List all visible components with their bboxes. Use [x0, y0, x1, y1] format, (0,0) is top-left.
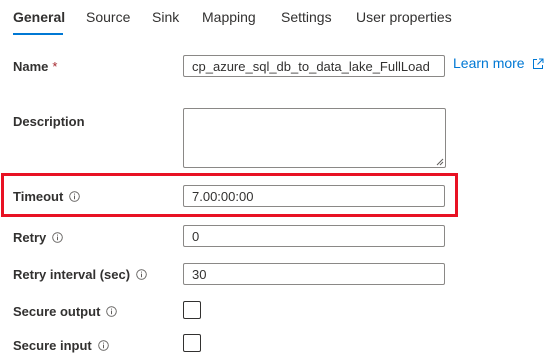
- tab-bar: General Source Sink Mapping Settings Use…: [0, 0, 556, 36]
- name-label: Name *: [13, 59, 57, 74]
- retry-interval-input[interactable]: [183, 263, 445, 285]
- tab-settings[interactable]: Settings: [281, 9, 332, 25]
- description-label-text: Description: [13, 114, 85, 129]
- secure-output-label: Secure output: [13, 304, 118, 319]
- name-label-text: Name: [13, 59, 49, 74]
- resize-grip-icon[interactable]: [436, 158, 444, 166]
- secure-input-label-text: Secure input: [13, 338, 92, 353]
- external-link-icon: [532, 57, 544, 69]
- timeout-label: Timeout: [13, 189, 81, 204]
- info-icon[interactable]: [97, 339, 109, 351]
- info-icon[interactable]: [136, 268, 147, 280]
- description-input[interactable]: [183, 108, 446, 168]
- retry-label-text: Retry: [13, 230, 47, 245]
- tab-mapping[interactable]: Mapping: [202, 9, 256, 25]
- retry-input[interactable]: [183, 225, 445, 247]
- info-icon[interactable]: [52, 231, 64, 243]
- timeout-label-text: Timeout: [13, 189, 64, 204]
- timeout-input[interactable]: [183, 185, 445, 207]
- info-icon[interactable]: [106, 305, 118, 317]
- active-tab-indicator: [13, 33, 63, 35]
- retry-interval-label: Retry interval (sec): [13, 267, 147, 282]
- tab-source[interactable]: Source: [86, 9, 130, 25]
- description-label: Description: [13, 114, 85, 129]
- learn-more-label: Learn more: [453, 55, 525, 71]
- info-icon[interactable]: [69, 190, 81, 202]
- secure-input-checkbox[interactable]: [183, 334, 201, 352]
- required-mark: *: [52, 59, 58, 74]
- name-input[interactable]: [183, 55, 445, 77]
- learn-more-link[interactable]: Learn more: [453, 55, 544, 71]
- secure-output-checkbox[interactable]: [183, 301, 201, 319]
- secure-input-label: Secure input: [13, 338, 109, 353]
- tab-general[interactable]: General: [13, 9, 65, 25]
- tab-sink[interactable]: Sink: [152, 9, 179, 25]
- tab-user-properties[interactable]: User properties: [356, 9, 452, 25]
- retry-interval-label-text: Retry interval (sec): [13, 267, 131, 282]
- retry-label: Retry: [13, 230, 64, 245]
- secure-output-label-text: Secure output: [13, 304, 101, 319]
